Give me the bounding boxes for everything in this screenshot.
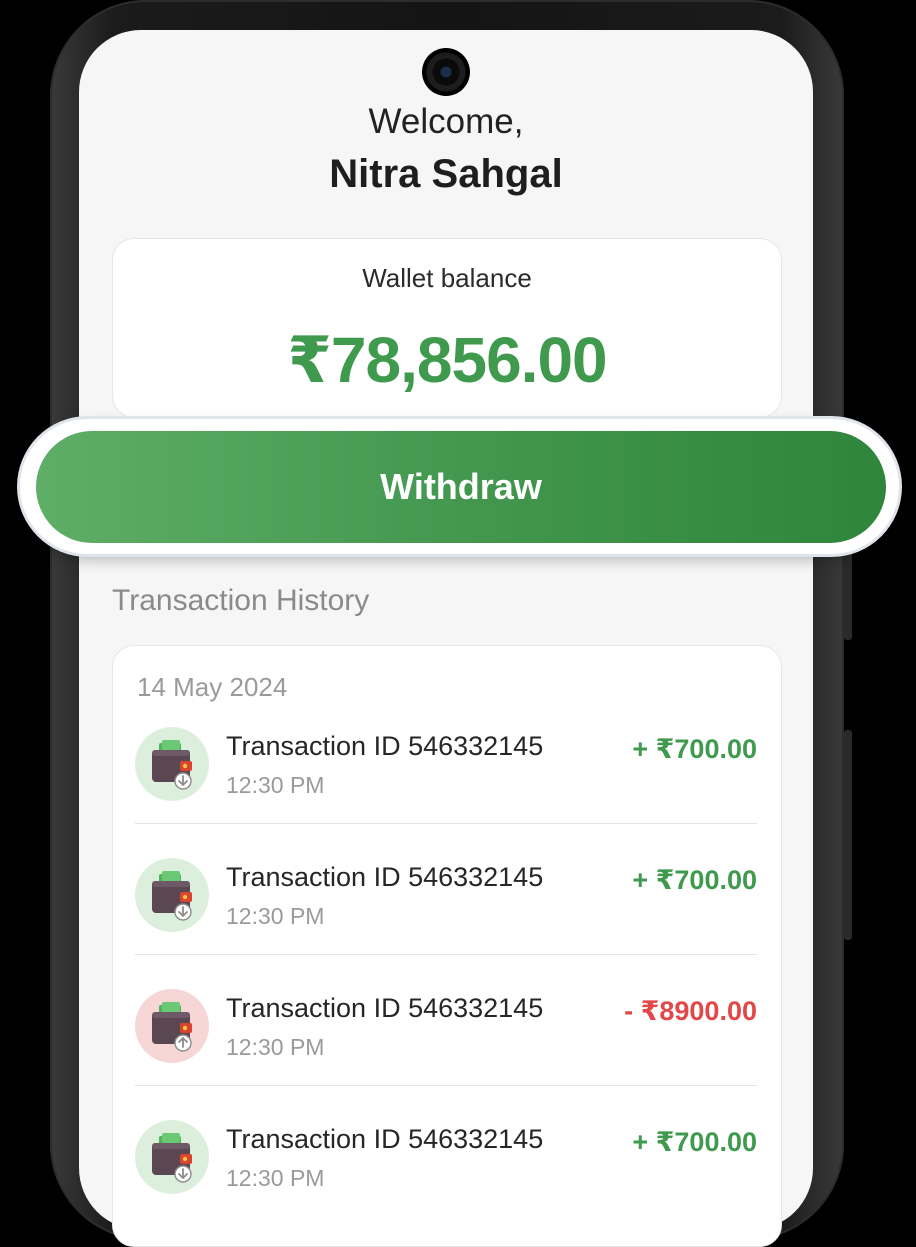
wallet-incoming-icon — [135, 1120, 209, 1194]
transaction-id: Transaction ID 546332145 — [226, 1124, 544, 1154]
greeting-text: Welcome, — [368, 102, 524, 141]
front-camera — [422, 48, 470, 96]
row-divider — [135, 823, 757, 824]
transaction-id: Transaction ID 546332145 — [226, 731, 544, 761]
transaction-time: 12:30 PM — [226, 1034, 325, 1060]
transaction-amount: - ₹8900.00 — [624, 996, 757, 1026]
transaction-amount: + ₹700.00 — [632, 1127, 757, 1157]
transaction-row[interactable]: Transaction ID 546332145 12:30 PM + ₹700… — [135, 1119, 757, 1229]
row-divider — [135, 1085, 757, 1086]
wallet-outgoing-icon — [135, 989, 209, 1063]
transaction-history-title: Transaction History — [112, 584, 370, 617]
wallet-incoming-icon — [135, 727, 209, 801]
transaction-amount: + ₹700.00 — [632, 865, 757, 895]
withdraw-button[interactable]: Withdraw — [36, 431, 886, 543]
transaction-row[interactable]: Transaction ID 546332145 12:30 PM + ₹700… — [135, 857, 757, 967]
transaction-amount: + ₹700.00 — [632, 734, 757, 764]
wallet-balance-amount: ₹78,856.00 — [287, 324, 607, 396]
withdraw-button-wrapper: Withdraw — [20, 419, 899, 554]
user-name: Nitra Sahgal — [329, 152, 563, 196]
transaction-history-card: 14 May 2024 Transaction ID 546332145 12:… — [112, 645, 782, 1247]
transaction-time: 12:30 PM — [226, 772, 325, 798]
transaction-id: Transaction ID 546332145 — [226, 862, 544, 892]
row-divider — [135, 954, 757, 955]
transaction-time: 12:30 PM — [226, 903, 325, 929]
transaction-id: Transaction ID 546332145 — [226, 993, 544, 1023]
wallet-balance-card: Wallet balance ₹78,856.00 — [112, 238, 782, 418]
power-button — [844, 730, 852, 940]
transaction-date: 14 May 2024 — [137, 672, 288, 702]
transaction-row[interactable]: Transaction ID 546332145 12:30 PM - ₹890… — [135, 988, 757, 1098]
transaction-row[interactable]: Transaction ID 546332145 12:30 PM + ₹700… — [135, 726, 757, 836]
wallet-balance-label: Wallet balance — [362, 263, 532, 293]
wallet-incoming-icon — [135, 858, 209, 932]
